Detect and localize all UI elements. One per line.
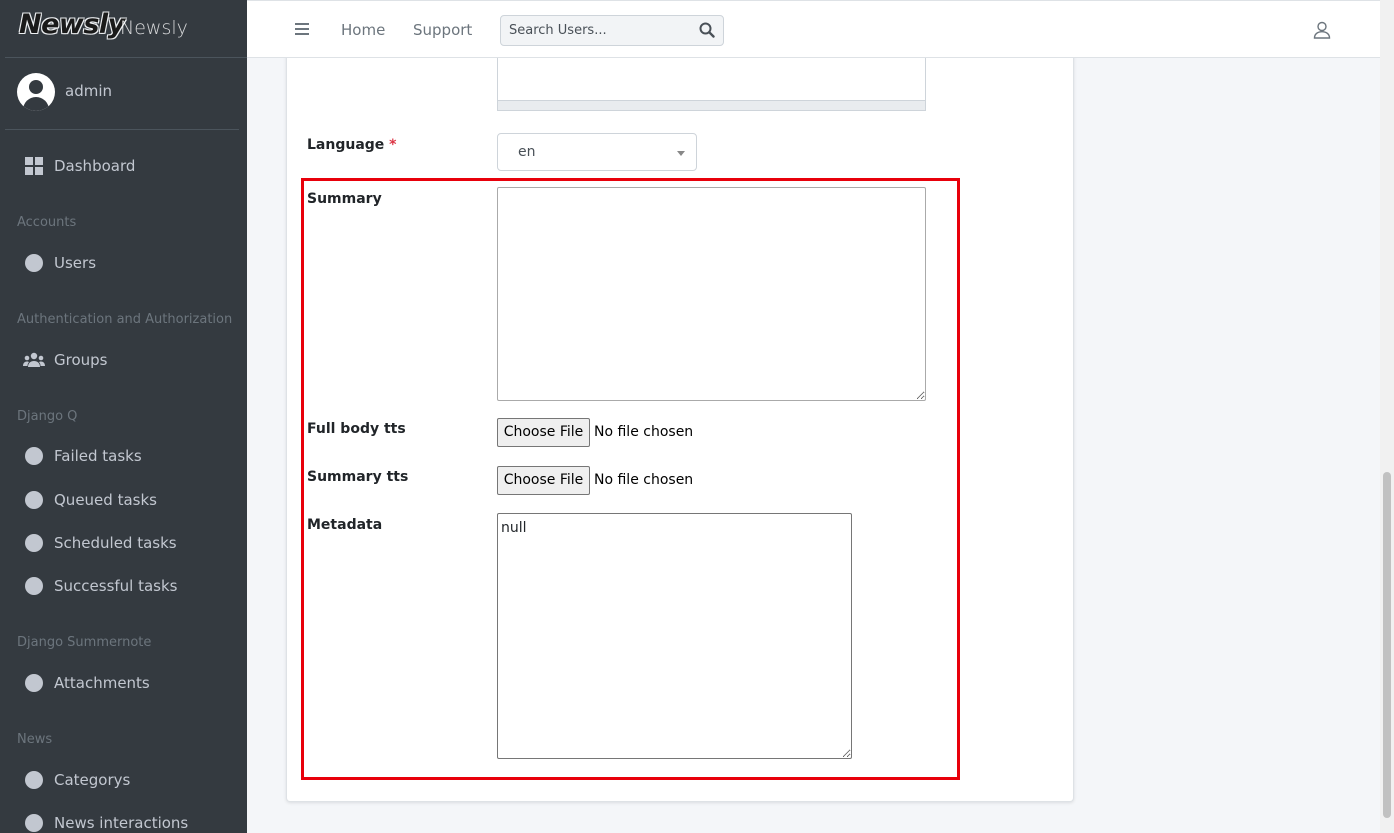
sidebar-item-news-interactions[interactable]: News interactions xyxy=(0,805,247,833)
users-icon xyxy=(23,352,45,367)
sidebar-item-label: Successful tasks xyxy=(54,577,178,595)
nav-link-home[interactable]: Home xyxy=(341,21,385,39)
resize-bar[interactable] xyxy=(498,100,925,110)
sidebar-item-attachments[interactable]: Attachments xyxy=(0,665,247,701)
circle-icon xyxy=(25,674,43,692)
metadata-label: Metadata xyxy=(307,517,383,533)
sidebar-item-dashboard[interactable]: Dashboard xyxy=(0,148,247,184)
scrollbar-thumb[interactable] xyxy=(1383,472,1391,818)
user-icon[interactable] xyxy=(1313,21,1331,39)
menu-toggle-icon[interactable] xyxy=(295,23,309,35)
search-input[interactable] xyxy=(501,16,691,45)
circle-icon xyxy=(25,577,43,595)
language-select[interactable]: en xyxy=(497,133,697,171)
user-name-link[interactable]: admin xyxy=(65,82,112,100)
nav-header-auth: Authentication and Authorization xyxy=(17,312,233,327)
sidebar-item-users[interactable]: Users xyxy=(0,245,247,281)
circle-icon xyxy=(25,534,43,552)
previous-field-textarea[interactable] xyxy=(497,56,926,111)
sidebar-item-categorys[interactable]: Categorys xyxy=(0,762,247,798)
avatar xyxy=(17,73,55,111)
circle-icon xyxy=(25,814,43,832)
nav-header-news: News xyxy=(17,732,53,747)
summary-label: Summary xyxy=(307,191,382,207)
brand-logo: Newsly xyxy=(19,9,125,40)
circle-icon xyxy=(25,254,43,272)
sidebar-item-label: Queued tasks xyxy=(54,491,157,509)
search-icon[interactable] xyxy=(699,22,715,38)
brand-name: Newsly xyxy=(120,17,188,39)
language-label: Language * xyxy=(307,137,397,153)
summary-tts-file-input[interactable]: Choose File No file chosen xyxy=(497,465,693,495)
sidebar-item-label: Failed tasks xyxy=(54,447,142,465)
metadata-textarea[interactable]: null xyxy=(497,513,852,759)
sidebar-item-label: News interactions xyxy=(54,814,189,832)
sidebar-item-label: Groups xyxy=(54,351,108,369)
sidebar: Newsly Newsly admin Dashboard Accounts U… xyxy=(0,0,247,833)
nav-link-support[interactable]: Support xyxy=(413,21,472,39)
brand-link[interactable]: Newsly Newsly xyxy=(5,1,247,58)
search-box xyxy=(500,15,724,46)
page-scrollbar[interactable] xyxy=(1380,0,1394,833)
sidebar-item-label: Scheduled tasks xyxy=(54,534,177,552)
required-mark: * xyxy=(389,137,397,153)
sidebar-item-label: Categorys xyxy=(54,771,131,789)
full-body-tts-label: Full body tts xyxy=(307,421,406,437)
sidebar-item-scheduled-tasks[interactable]: Scheduled tasks xyxy=(0,525,247,561)
sidebar-item-groups[interactable]: Groups xyxy=(0,342,247,378)
file-status-text: No file chosen xyxy=(594,424,694,440)
language-selected-value: en xyxy=(518,144,536,160)
top-navbar: Home Support xyxy=(247,0,1380,58)
summary-textarea[interactable] xyxy=(497,187,926,401)
sidebar-item-label: Users xyxy=(54,254,97,272)
circle-icon xyxy=(25,771,43,789)
sidebar-item-queued-tasks[interactable]: Queued tasks xyxy=(0,482,247,518)
choose-file-button[interactable]: Choose File xyxy=(497,417,590,447)
choose-file-button[interactable]: Choose File xyxy=(497,465,590,495)
chevron-down-icon xyxy=(677,151,685,156)
nav-header-accounts: Accounts xyxy=(17,215,77,230)
sidebar-item-label: Attachments xyxy=(54,674,150,692)
nav-header-django-q: Django Q xyxy=(17,409,78,424)
circle-icon xyxy=(25,447,43,465)
nav-header-summernote: Django Summernote xyxy=(17,635,152,650)
sidebar-item-successful-tasks[interactable]: Successful tasks xyxy=(0,568,247,604)
sidebar-item-label: Dashboard xyxy=(54,157,136,175)
dashboard-icon xyxy=(25,157,43,175)
full-body-tts-file-input[interactable]: Choose File No file chosen xyxy=(497,417,693,447)
file-status-text: No file chosen xyxy=(594,472,694,488)
summary-tts-label: Summary tts xyxy=(307,469,409,485)
sidebar-item-failed-tasks[interactable]: Failed tasks xyxy=(0,438,247,474)
language-label-text: Language xyxy=(307,137,385,153)
user-panel: admin xyxy=(5,58,239,130)
circle-icon xyxy=(25,491,43,509)
